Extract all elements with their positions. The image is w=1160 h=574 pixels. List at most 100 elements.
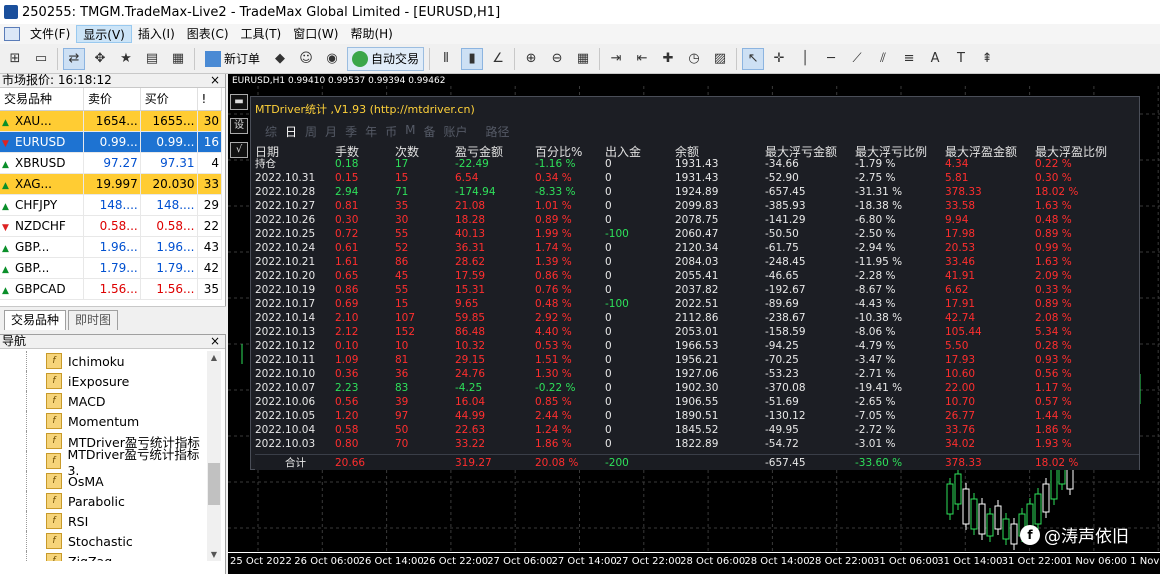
favorites-icon[interactable]: ★	[115, 48, 137, 70]
indicators-icon[interactable]: ✚	[657, 48, 679, 70]
mw-header-0[interactable]: 交易品种	[0, 88, 84, 111]
tile-windows-icon[interactable]: ▦	[572, 48, 594, 70]
market-row[interactable]: ▲ XAG... 19.997 20.030 33	[0, 173, 222, 195]
navigator-item[interactable]: f MTDriver盈亏统计指标3.	[0, 447, 206, 478]
line-chart-icon[interactable]: ∠	[487, 48, 509, 70]
ask-cell: 97.31	[140, 152, 198, 174]
auto-trade-button[interactable]: 自动交易	[347, 46, 425, 71]
chart-shift-icon[interactable]: ⇤	[631, 48, 653, 70]
close-icon[interactable]: ×	[210, 74, 220, 87]
stats-row: 2022.10.25 0.72 55 40.13 1.99 % -100 2060.47 -5…	[255, 227, 1139, 241]
navigator-scrollbar[interactable]: ▲ ▼	[207, 351, 221, 561]
horizontal-line-icon[interactable]: ─	[820, 48, 842, 70]
period-tab[interactable]: 路径	[486, 123, 510, 140]
navigator-item[interactable]: f RSI	[0, 511, 206, 531]
tree-line	[26, 411, 27, 431]
bid-cell: 19.997	[83, 173, 141, 195]
tester-icon[interactable]: ▦	[167, 48, 189, 70]
bar-chart-icon[interactable]: ⫴	[435, 48, 457, 70]
period-tab[interactable]: 月	[325, 123, 337, 140]
menu-2[interactable]: 插入(I)	[132, 25, 181, 43]
experts-icon[interactable]: ☺	[295, 48, 317, 70]
menu-5[interactable]: 窗口(W)	[287, 25, 344, 43]
stats-cell: 2.94	[335, 186, 359, 198]
metaeditor-icon[interactable]: ◆	[269, 48, 291, 70]
market-row[interactable]: ▲ XAU... 1654... 1655... 30	[0, 110, 222, 132]
market-watch-icon[interactable]: ⇄	[63, 47, 85, 70]
spread-cell: 33	[197, 173, 222, 195]
channel-icon[interactable]: ⫽	[872, 48, 894, 70]
market-row[interactable]: ▲ CHFJPY 148.... 148.... 29	[0, 194, 222, 216]
market-row[interactable]: ▲ GBPCAD 1.56... 1.56... 35	[0, 278, 222, 300]
stats-cell: 0.57 %	[1035, 396, 1072, 408]
period-tab[interactable]: 币	[385, 123, 397, 140]
panel-check-icon[interactable]: √	[230, 142, 248, 158]
new-chart-icon[interactable]: ⊞	[4, 48, 26, 70]
zoom-in-icon[interactable]: ⊕	[520, 48, 542, 70]
vertical-line-icon[interactable]: │	[794, 48, 816, 70]
menu-3[interactable]: 图表(C)	[181, 25, 235, 43]
navigator-item[interactable]: f Momentum	[0, 411, 206, 431]
text-icon[interactable]: A	[924, 48, 946, 70]
tab-tick-chart[interactable]: 即时图	[68, 310, 119, 330]
cursor-icon[interactable]: ↖	[742, 47, 765, 70]
period-tab[interactable]: 年	[365, 123, 377, 140]
auto-scroll-icon[interactable]: ⇥	[605, 48, 627, 70]
market-row[interactable]: ▲ GBP... 1.96... 1.96... 43	[0, 236, 222, 258]
arrow-up-icon: ▲	[2, 264, 9, 275]
navigator-item[interactable]: f Stochastic	[0, 531, 206, 551]
navigator-item[interactable]: f Ichimoku	[0, 351, 206, 371]
period-tab[interactable]: 备	[423, 123, 435, 140]
navigator-icon[interactable]: ✥	[89, 48, 111, 70]
period-tab[interactable]: 日	[285, 123, 297, 140]
mdi-window-icon[interactable]	[4, 27, 20, 41]
arrows-icon[interactable]: ⇞	[976, 48, 998, 70]
profiles-icon[interactable]: ▭	[30, 48, 52, 70]
menu-1[interactable]: 显示(V)	[76, 25, 132, 43]
navigator-item[interactable]: f ZigZag	[0, 551, 206, 561]
navigator-item[interactable]: f iExposure	[0, 371, 206, 391]
periods-icon[interactable]: ◷	[683, 48, 705, 70]
market-row[interactable]: ▼ NZDCHF 0.58... 0.58... 22	[0, 215, 222, 237]
navigator-item[interactable]: f MACD	[0, 391, 206, 411]
close-icon[interactable]: ×	[210, 335, 220, 348]
period-tab[interactable]: 季	[345, 123, 357, 140]
menu-4[interactable]: 工具(T)	[235, 25, 288, 43]
navigator-item[interactable]: f Parabolic	[0, 491, 206, 511]
market-watch-header: 市场报价: 16:18:12 ×	[0, 74, 225, 88]
navigator-item[interactable]: f OsMA	[0, 471, 206, 491]
terminal-icon[interactable]: ▤	[141, 48, 163, 70]
market-row[interactable]: ▼ EURUSD 0.99... 0.99... 16	[0, 131, 222, 153]
fibo-icon[interactable]: ≡	[898, 48, 920, 70]
signals-icon[interactable]: ◉	[321, 48, 343, 70]
scroll-up-icon[interactable]: ▲	[207, 353, 221, 362]
market-row[interactable]: ▲ XBRUSD 97.27 97.31 4	[0, 152, 222, 174]
panel-settings-icon[interactable]: 设	[230, 118, 248, 134]
arrow-up-icon: ▲	[2, 180, 9, 191]
menu-6[interactable]: 帮助(H)	[344, 25, 398, 43]
new-order-button[interactable]: 新订单	[200, 47, 265, 71]
period-tab[interactable]: 账户	[443, 123, 467, 140]
mw-header-3[interactable]: !	[197, 88, 222, 111]
chart-window[interactable]: EURUSD,H1 0.99410 0.99537 0.99394 0.9946…	[228, 74, 1160, 574]
stats-cell: -52.90	[765, 172, 799, 184]
stats-cell: 0	[605, 242, 612, 254]
period-tab[interactable]: M	[405, 123, 415, 140]
templates-icon[interactable]: ▨	[709, 48, 731, 70]
label-icon[interactable]: T	[950, 48, 972, 70]
menu-0[interactable]: 文件(F)	[24, 25, 76, 43]
scroll-thumb[interactable]	[208, 463, 220, 505]
scroll-down-icon[interactable]: ▼	[207, 550, 221, 559]
stats-cell: 17.93	[945, 354, 976, 366]
panel-minimize-icon[interactable]: ▬	[230, 94, 248, 110]
crosshair-icon[interactable]: ✛	[768, 48, 790, 70]
market-row[interactable]: ▲ GBP... 1.79... 1.79... 42	[0, 257, 222, 279]
zoom-out-icon[interactable]: ⊖	[546, 48, 568, 70]
tab-symbols[interactable]: 交易品种	[4, 310, 67, 330]
period-tab[interactable]: 周	[305, 123, 317, 140]
mw-header-2[interactable]: 买价	[140, 88, 198, 111]
candle-chart-icon[interactable]: ▮	[461, 47, 484, 70]
trend-line-icon[interactable]: ⟋	[846, 48, 868, 70]
period-tab[interactable]: 综	[265, 123, 277, 140]
mw-header-1[interactable]: 卖价	[83, 88, 141, 111]
